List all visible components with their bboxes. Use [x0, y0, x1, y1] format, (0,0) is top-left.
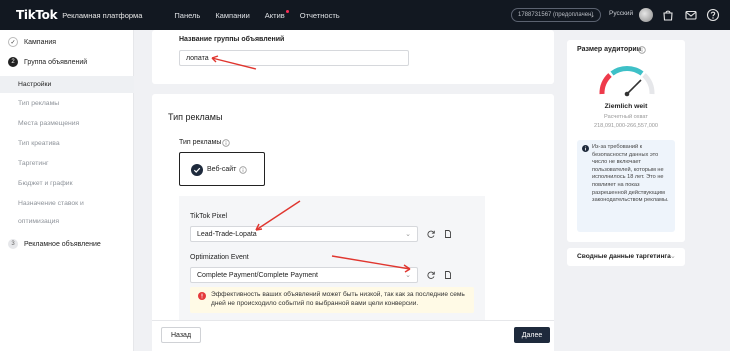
ad-group-name-input[interactable]: лопата — [179, 50, 409, 66]
check-circle-icon — [191, 164, 203, 176]
ad-group-name-panel: Название группы объявлений лопата — [152, 30, 554, 84]
website-option-label: Веб-сайт — [207, 166, 237, 173]
warning-text: Эффективность ваших объявлений может быт… — [211, 291, 465, 307]
estimate-label: Расчетный охват — [604, 114, 648, 120]
sidebar-item-optimization[interactable]: оптимизация — [18, 218, 59, 225]
info-icon[interactable] — [222, 139, 230, 147]
targeting-summary[interactable]: Сводные данные таргетинга ⌄ — [567, 248, 685, 266]
pixel-select[interactable]: Lead-Trade-Lopata ⌄ — [190, 226, 418, 242]
audience-size-panel: Размер аудитории Ziemlich weit Расчетный… — [567, 40, 685, 242]
nav-dashboard[interactable]: Панель — [174, 11, 200, 20]
optimization-event-value: Complete Payment/Complete Payment — [197, 271, 318, 279]
info-icon — [582, 145, 589, 152]
sidebar-step-campaign[interactable]: ✓ Кампания — [8, 37, 56, 47]
chevron-down-icon: ⌄ — [670, 253, 676, 260]
sidebar: ✓ Кампания 2 Группа объявлений Настройки… — [0, 30, 134, 351]
sidebar-step-label: Группа объявлений — [24, 58, 88, 66]
avatar[interactable] — [639, 8, 653, 22]
nav-campaigns[interactable]: Кампании — [215, 11, 249, 20]
audience-title: Размер аудитории — [577, 46, 642, 53]
footer-bar: Назад Далее — [152, 320, 554, 351]
info-icon[interactable] — [638, 46, 646, 54]
sidebar-item-ad-type[interactable]: Тип рекламы — [18, 100, 59, 107]
chevron-down-icon: ⌄ — [405, 231, 411, 238]
targeting-summary-label: Сводные данные таргетинга — [577, 253, 671, 260]
help-icon[interactable] — [706, 8, 720, 22]
nav-assets-label: Актив — [264, 10, 285, 20]
event-label: Optimization Event — [190, 254, 249, 261]
pixel-value: Lead-Trade-Lopata — [197, 230, 257, 238]
chevron-down-icon: ⌄ — [589, 13, 595, 19]
new-document-icon[interactable] — [443, 270, 453, 280]
gauge-label: Ziemlich weit — [604, 103, 648, 110]
refresh-icon[interactable] — [426, 229, 436, 239]
logo-text: TikTok — [16, 8, 58, 22]
sidebar-item-budget[interactable]: Бюджет и график — [18, 180, 73, 187]
back-button[interactable]: Назад — [161, 327, 201, 343]
info-icon[interactable] — [239, 166, 247, 174]
nav-reporting[interactable]: Отчетность — [300, 11, 340, 20]
section-title: Тип рекламы — [168, 112, 223, 122]
mail-icon[interactable] — [684, 8, 698, 22]
ad-type-label: Тип рекламы — [179, 139, 222, 146]
website-option-card[interactable]: Веб-сайт — [179, 152, 265, 186]
logo-subtitle: Рекламная платформа — [62, 10, 143, 20]
sidebar-step-ad-group[interactable]: 2 Группа объявлений — [8, 57, 87, 67]
ad-group-name-label: Название группы объявлений — [179, 36, 285, 43]
refresh-icon[interactable] — [426, 270, 436, 280]
optimization-event-select[interactable]: Complete Payment/Complete Payment ⌄ — [190, 267, 418, 283]
sidebar-item-targeting[interactable]: Таргетинг — [18, 160, 48, 167]
new-document-icon[interactable] — [443, 229, 453, 239]
ad-group-name-value: лопата — [186, 54, 209, 62]
main-nav: Панель Кампании Актив Отчетность — [174, 9, 340, 20]
ad-type-panel: Тип рекламы Тип рекламы Веб-сайт TikTok … — [152, 94, 554, 351]
sidebar-item-settings[interactable]: Настройки — [18, 81, 51, 88]
info-text: Из-за требований к безопасности данных э… — [592, 144, 669, 204]
estimate-value: 218,091,000-266,557,000 — [593, 123, 659, 129]
audience-gauge — [599, 66, 655, 97]
sidebar-item-bidding[interactable]: Назначение ставок и — [18, 200, 84, 207]
account-id: 1788731567 (предоплачен) — [518, 12, 594, 18]
nav-assets[interactable]: Актив — [264, 9, 289, 20]
sidebar-step-label: Рекламное объявление — [24, 240, 101, 248]
sidebar-step-ad[interactable]: 3 Рекламное объявление — [8, 239, 101, 249]
step-number: 2 — [8, 57, 18, 67]
info-box: Из-за требований к безопасности данных э… — [577, 140, 675, 232]
notification-dot — [285, 9, 289, 13]
sidebar-item-placements[interactable]: Места размещения — [18, 120, 79, 127]
check-icon: ✓ — [8, 37, 18, 47]
step-number: 3 — [8, 239, 18, 249]
pixel-label: TikTok Pixel — [190, 213, 228, 220]
logo[interactable]: TikTok Рекламная платформа — [16, 8, 142, 22]
top-bar: TikTok Рекламная платформа Панель Кампан… — [0, 0, 730, 30]
store-icon[interactable] — [661, 8, 675, 22]
account-selector[interactable]: 1788731567 (предоплачен) ⌄ — [511, 8, 601, 22]
warning-banner: Эффективность ваших объявлений может быт… — [190, 287, 474, 313]
chevron-down-icon: ⌄ — [405, 272, 411, 279]
language-selector[interactable]: Русский — [609, 10, 633, 17]
error-icon — [198, 292, 206, 300]
sidebar-step-label: Кампания — [24, 38, 57, 46]
next-button[interactable]: Далее — [514, 327, 550, 343]
sidebar-item-creative-type[interactable]: Тип креатива — [18, 140, 60, 147]
